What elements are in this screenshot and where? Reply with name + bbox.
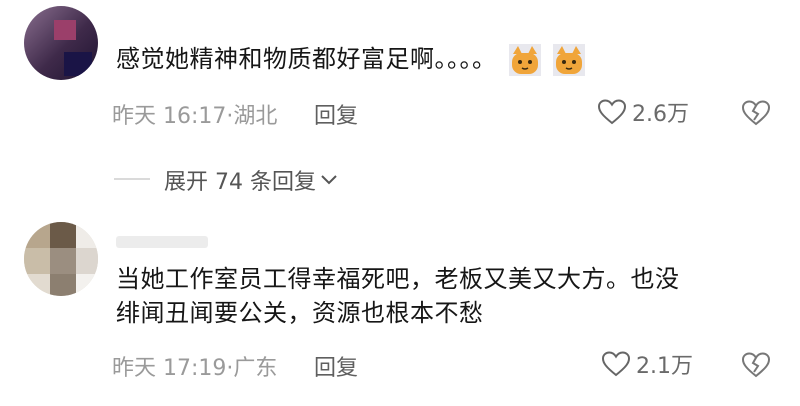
heart-outline-icon	[602, 351, 630, 377]
like-count: 2.1万	[636, 354, 693, 379]
comment-text: 感觉她精神和物质都好富足啊。。。。	[116, 42, 585, 76]
avatar-pixel	[50, 274, 76, 296]
avatar[interactable]	[24, 6, 98, 80]
expand-divider	[114, 178, 150, 180]
like-count: 2.6万	[632, 102, 689, 127]
comment-text-line: 当她工作室员工得幸福死吧，老板又美又大方。也没	[116, 265, 680, 293]
avatar-pixel	[24, 222, 50, 248]
like-button[interactable]: 2.1万	[602, 348, 693, 380]
reply-button[interactable]: 回复	[314, 350, 358, 382]
expand-replies-label: 展开 74 条回复	[164, 170, 316, 195]
avatar-pixel	[64, 52, 92, 76]
avatar-pixel	[24, 274, 50, 296]
like-button[interactable]: 2.6万	[598, 96, 689, 128]
comment-timestamp: 昨天 17:19·广东	[112, 356, 278, 381]
cat-face-emoji-icon	[508, 44, 541, 76]
comment-timestamp: 昨天 16:17·湖北	[112, 104, 278, 129]
avatar-pixel	[76, 274, 98, 296]
avatar-pixel	[76, 222, 98, 248]
comment-text-content: 感觉她精神和物质都好富足啊。。。。	[116, 45, 497, 73]
reply-button[interactable]: 回复	[314, 98, 358, 130]
comment-text-line: 绯闻丑闻要公关，资源也根本不愁	[116, 299, 484, 327]
avatar-pixel	[76, 248, 98, 274]
username-redacted	[116, 236, 208, 248]
avatar[interactable]	[24, 222, 98, 296]
avatar-pixel	[50, 248, 76, 274]
avatar-pixel	[50, 222, 76, 248]
expand-replies-button[interactable]: 展开 74 条回复	[164, 164, 338, 196]
avatar-pixel	[24, 248, 50, 274]
comment-text: 当她工作室员工得幸福死吧，老板又美又大方。也没 绯闻丑闻要公关，资源也根本不愁	[116, 262, 680, 330]
avatar-pixel	[54, 20, 76, 40]
broken-heart-icon[interactable]	[742, 352, 770, 378]
heart-outline-icon	[598, 99, 626, 125]
broken-heart-icon[interactable]	[742, 100, 770, 126]
cat-face-emoji-icon	[552, 44, 585, 76]
chevron-down-icon	[321, 175, 337, 185]
